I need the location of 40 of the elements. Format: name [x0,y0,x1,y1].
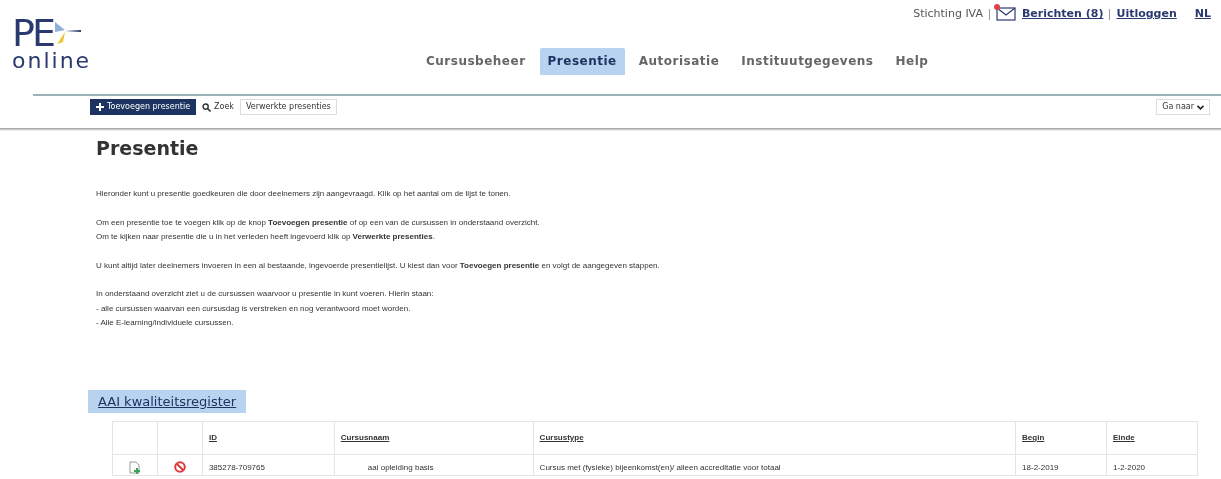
paragraph-text: In onderstaand overzicht ziet u de cursussen waarvoor u presentie in kunt voeren. Hierin staan: [96,288,435,300]
paragraph-text: - Alle E-learning/individuele cursussen. [96,317,235,329]
register-heading-link[interactable]: AAI kwaliteitsregister [88,389,247,413]
table-cell: Cursus met (fysieke) bijeenkomst(en)/ alleen accreditatie voor totaal [533,454,1016,476]
table-cell: 1-2-2020 [1106,454,1198,476]
nav-tab[interactable]: Instituutgegevens [733,48,882,75]
logo-mark: PE [12,16,53,50]
column-header[interactable]: Einde [1113,433,1135,442]
paragraph-text: Om een presentie toe te voegen klik op de knop Toevoegen presentie of op een van de cursussen in onderstaand overzicht. [96,216,541,229]
column-header[interactable]: ID [208,433,217,442]
chevron-down-icon [1197,104,1204,110]
column-header[interactable]: Begin [1022,433,1045,442]
column-header[interactable]: Cursusnaam [340,433,390,442]
paragraph-text: - alle cursussen waarvan een cursusdag is verstreken en nog verantwoord moet worden. [96,302,412,315]
language-link[interactable]: NL [1194,6,1211,23]
logo-arrow-icon [52,20,83,46]
toolbar-button[interactable]: Verwerkte presenties [240,99,337,115]
table-cell: 18-2-2019 [1015,454,1107,476]
nav-tab[interactable]: Cursusbeheer [418,48,534,75]
logo-word: online [12,50,92,72]
column-header[interactable]: Cursustype [539,433,584,442]
goto-dropdown[interactable]: Ga naar [1156,99,1210,115]
prohibited-icon[interactable] [173,461,186,473]
plus-icon [96,103,104,111]
logout-link[interactable]: Uitloggen [1116,6,1177,23]
nav-tab[interactable]: Autorisatie [630,48,728,75]
nav-tab[interactable]: Presentie [539,48,625,75]
organisation-name: Stichting IVA [913,6,983,22]
envelope-icon[interactable] [995,7,1016,22]
paragraph-text: U kunt altijd later deelnemers invoeren in een al bestaande, ingevoerde presentielijst. U kiest dan voor Toevoegen presentie en volgt de aangegeven stappen. [96,259,661,272]
nav-tab[interactable]: Help [887,48,937,75]
table-cell: aai opleiding basis [334,454,534,476]
messages-link[interactable]: Berichten (8) [1021,6,1104,23]
add-document-icon[interactable] [127,461,142,475]
paragraph-text: Hieronder kunt u presentie goedkeuren die door deelnemers zijn aangevraagd. Klik op het aantal om de lijst te tonen. [96,188,512,200]
toolbar-button[interactable]: Toevoegen presentie [90,99,197,115]
page-heading: Presentie [96,136,200,161]
paragraph-text: Om te kijken naar presentie die u in het verleden heeft ingevoerd klik op Verwerkte presenties. [96,231,436,243]
table-cell: 385278-709765 [202,454,335,476]
search-icon [202,102,212,112]
